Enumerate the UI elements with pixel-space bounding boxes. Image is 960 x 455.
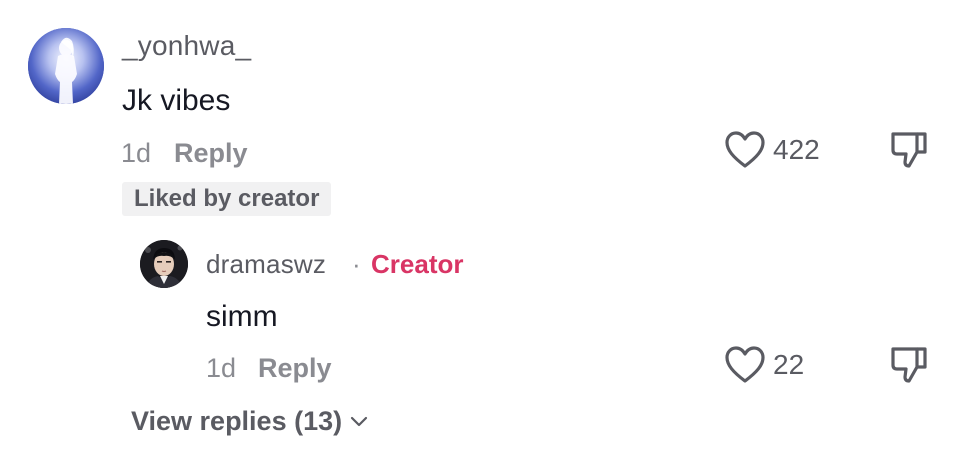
reply-text: simm	[206, 300, 278, 333]
liked-by-creator-badge: Liked by creator	[122, 182, 332, 216]
view-replies-button[interactable]: View replies (13)	[131, 406, 368, 437]
view-replies-label: View replies (13)	[131, 406, 343, 436]
heart-outline-icon	[725, 346, 765, 383]
reply-time: 1d	[206, 353, 237, 383]
separator-dot: ·	[352, 249, 361, 279]
heart-outline-icon	[725, 131, 765, 168]
comment-time: 1d	[121, 138, 152, 168]
avatar-dramaswz[interactable]	[140, 240, 188, 288]
chevron-down-icon	[351, 416, 368, 426]
comment-text: Jk vibes	[122, 84, 231, 117]
like-count: 422	[773, 134, 820, 165]
dislike-button[interactable]	[889, 130, 929, 170]
avatar-yonhwa[interactable]	[28, 28, 104, 104]
reply-like-button[interactable]	[725, 346, 765, 384]
like-button[interactable]	[725, 131, 765, 169]
reply-reply-button[interactable]: Reply	[258, 353, 332, 384]
creator-tag: Creator	[371, 249, 464, 279]
reply-like-count: 22	[773, 349, 805, 380]
comment-username[interactable]: _yonhwa_	[122, 30, 251, 62]
thumbs-down-icon	[891, 347, 927, 383]
reply-username[interactable]: dramaswz	[206, 249, 326, 280]
thumbs-down-icon	[891, 132, 927, 168]
reply-dislike-button[interactable]	[889, 345, 929, 385]
reply-button[interactable]: Reply	[174, 138, 248, 169]
